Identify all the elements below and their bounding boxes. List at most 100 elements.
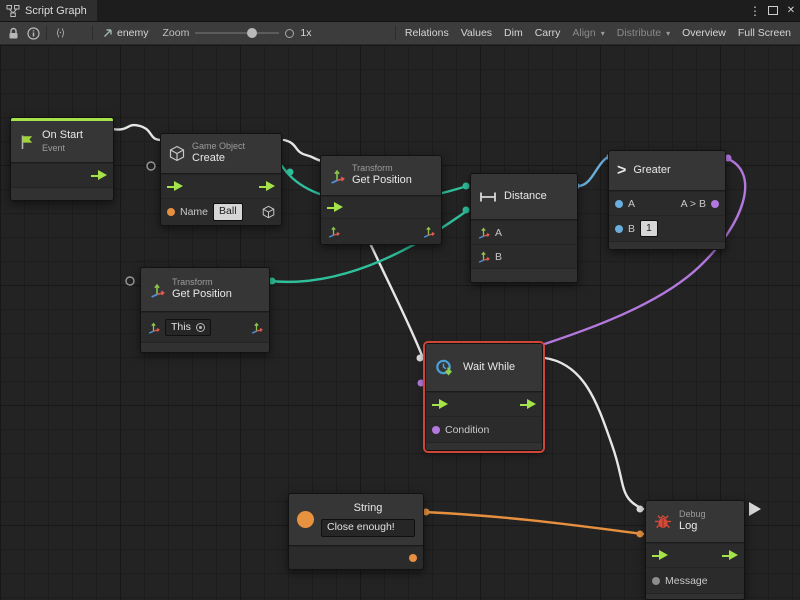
game-object-out-port-icon[interactable] xyxy=(262,205,275,219)
node-get-position-top[interactable]: Transform Get Position xyxy=(320,155,442,245)
position-out-port-icon[interactable] xyxy=(422,225,435,238)
output-label: A > B xyxy=(681,198,706,210)
node-category: Transform xyxy=(352,163,412,174)
node-category: Transform xyxy=(172,277,232,288)
a-port-dot[interactable] xyxy=(615,200,623,208)
flow-in-port[interactable] xyxy=(432,399,448,410)
toolbar-separator xyxy=(395,26,396,40)
node-game-object-create[interactable]: Game Object Create Name Ball xyxy=(160,133,282,226)
node-wait-while[interactable]: Wait While Condition xyxy=(425,343,543,451)
node-distance[interactable]: Distance A B xyxy=(470,173,578,283)
flow-out-port[interactable] xyxy=(722,550,738,561)
unconnected-port-ring[interactable] xyxy=(147,162,155,170)
object-picker-icon[interactable] xyxy=(196,323,205,332)
window-menu-icon[interactable] xyxy=(746,0,764,21)
relations-button[interactable]: Relations xyxy=(399,22,455,44)
script-graph-tab[interactable]: Script Graph xyxy=(0,0,97,21)
port-dot-teal[interactable] xyxy=(463,183,470,190)
node-on-start-event[interactable]: On Start Event xyxy=(10,117,114,201)
flag-icon xyxy=(19,134,35,150)
close-icon[interactable] xyxy=(782,0,800,21)
string-value-field[interactable]: Close enough! xyxy=(321,519,415,537)
node-title: Create xyxy=(192,152,245,166)
node-greater[interactable]: > Greater A A > B B 1 xyxy=(608,150,726,250)
wait-while-clock-icon xyxy=(434,358,456,378)
result-port-dot[interactable] xyxy=(711,200,719,208)
window-title: Script Graph xyxy=(25,5,87,17)
unconnected-port-ring[interactable] xyxy=(126,277,134,285)
node-header: On Start Event xyxy=(11,121,113,163)
port-dot-white[interactable] xyxy=(417,355,424,362)
string-out-port-dot[interactable] xyxy=(409,554,417,562)
flow-in-port[interactable] xyxy=(652,550,668,561)
full-screen-button[interactable]: Full Screen xyxy=(732,22,797,44)
wire-distance-to-greater xyxy=(578,157,608,186)
zoom-slider[interactable] xyxy=(195,27,279,39)
port-dot-purple[interactable] xyxy=(418,380,425,387)
node-title: Greater xyxy=(633,164,670,178)
toolbar-separator xyxy=(92,26,93,40)
lock-icon[interactable] xyxy=(3,22,23,44)
name-port-dot[interactable] xyxy=(167,208,175,216)
overview-button[interactable]: Overview xyxy=(676,22,732,44)
distribute-button[interactable]: Distribute xyxy=(611,22,676,44)
graph-breadcrumb[interactable]: enemy xyxy=(96,22,155,44)
input-b-label: B xyxy=(628,223,635,235)
b-value-field[interactable]: 1 xyxy=(640,220,658,238)
toolbar-separator xyxy=(46,26,47,40)
flow-out-port[interactable] xyxy=(259,181,275,192)
name-value-field[interactable]: Ball xyxy=(213,203,243,221)
node-footer xyxy=(609,241,725,249)
input-a-label: A xyxy=(628,198,635,210)
node-debug-log[interactable]: Debug Log Message xyxy=(645,500,745,600)
message-port-dot[interactable] xyxy=(652,577,660,585)
node-footer xyxy=(141,342,269,352)
zoom-slider-handle[interactable] xyxy=(247,28,257,38)
maximize-icon[interactable] xyxy=(764,0,782,21)
b-port-dot[interactable] xyxy=(615,225,623,233)
port-dot-orange[interactable] xyxy=(637,531,644,538)
node-string[interactable]: String Close enough! xyxy=(288,493,424,570)
port-dot-teal[interactable] xyxy=(463,207,470,214)
vector-a-port-icon[interactable] xyxy=(477,226,490,239)
bug-icon xyxy=(654,514,672,529)
script-graph-window: Script Graph ⟨⋅⟩ enemy Zoom xyxy=(0,0,800,600)
transform-in-port-icon[interactable] xyxy=(147,321,160,334)
breadcrumb-arrow-icon xyxy=(102,27,114,39)
zoom-indicator-icon xyxy=(285,29,294,38)
input-b-label: B xyxy=(495,251,502,263)
transform-in-port-icon[interactable] xyxy=(327,225,340,238)
target-field[interactable]: This xyxy=(165,319,211,337)
flow-out-port[interactable] xyxy=(520,399,536,410)
carry-button[interactable]: Carry xyxy=(529,22,567,44)
node-title: Get Position xyxy=(352,174,412,188)
graph-canvas[interactable]: On Start Event Game Object Create xyxy=(0,45,800,600)
dim-button[interactable]: Dim xyxy=(498,22,529,44)
code-icon[interactable]: ⟨⋅⟩ xyxy=(50,22,70,44)
node-header: String Close enough! xyxy=(289,494,423,546)
carry-triangle-icon[interactable] xyxy=(749,502,761,516)
graph-name: enemy xyxy=(117,27,149,39)
flow-in-port[interactable] xyxy=(327,202,343,213)
titlebar: Script Graph xyxy=(0,0,800,22)
flow-out-port[interactable] xyxy=(91,170,107,181)
node-get-position-bottom[interactable]: Transform Get Position This xyxy=(140,267,270,353)
graph-toolbar: ⟨⋅⟩ enemy Zoom 1x Relations Values Dim C… xyxy=(0,22,800,45)
name-port-label: Name xyxy=(180,206,208,218)
port-dot-teal[interactable] xyxy=(287,169,294,176)
node-title: Distance xyxy=(504,190,547,204)
port-dot-white[interactable] xyxy=(637,506,644,513)
node-subtitle: Event xyxy=(42,143,83,154)
node-title: Wait While xyxy=(463,361,515,375)
vector-b-port-icon[interactable] xyxy=(477,250,490,263)
target-value: This xyxy=(171,321,191,335)
graph-icon xyxy=(6,4,20,18)
condition-port-dot[interactable] xyxy=(432,426,440,434)
cube-icon xyxy=(169,145,185,162)
align-button[interactable]: Align xyxy=(566,22,610,44)
values-button[interactable]: Values xyxy=(455,22,498,44)
node-title: Get Position xyxy=(172,288,232,302)
position-out-port-icon[interactable] xyxy=(250,321,263,334)
flow-in-port[interactable] xyxy=(167,181,183,192)
info-icon[interactable] xyxy=(23,22,43,44)
